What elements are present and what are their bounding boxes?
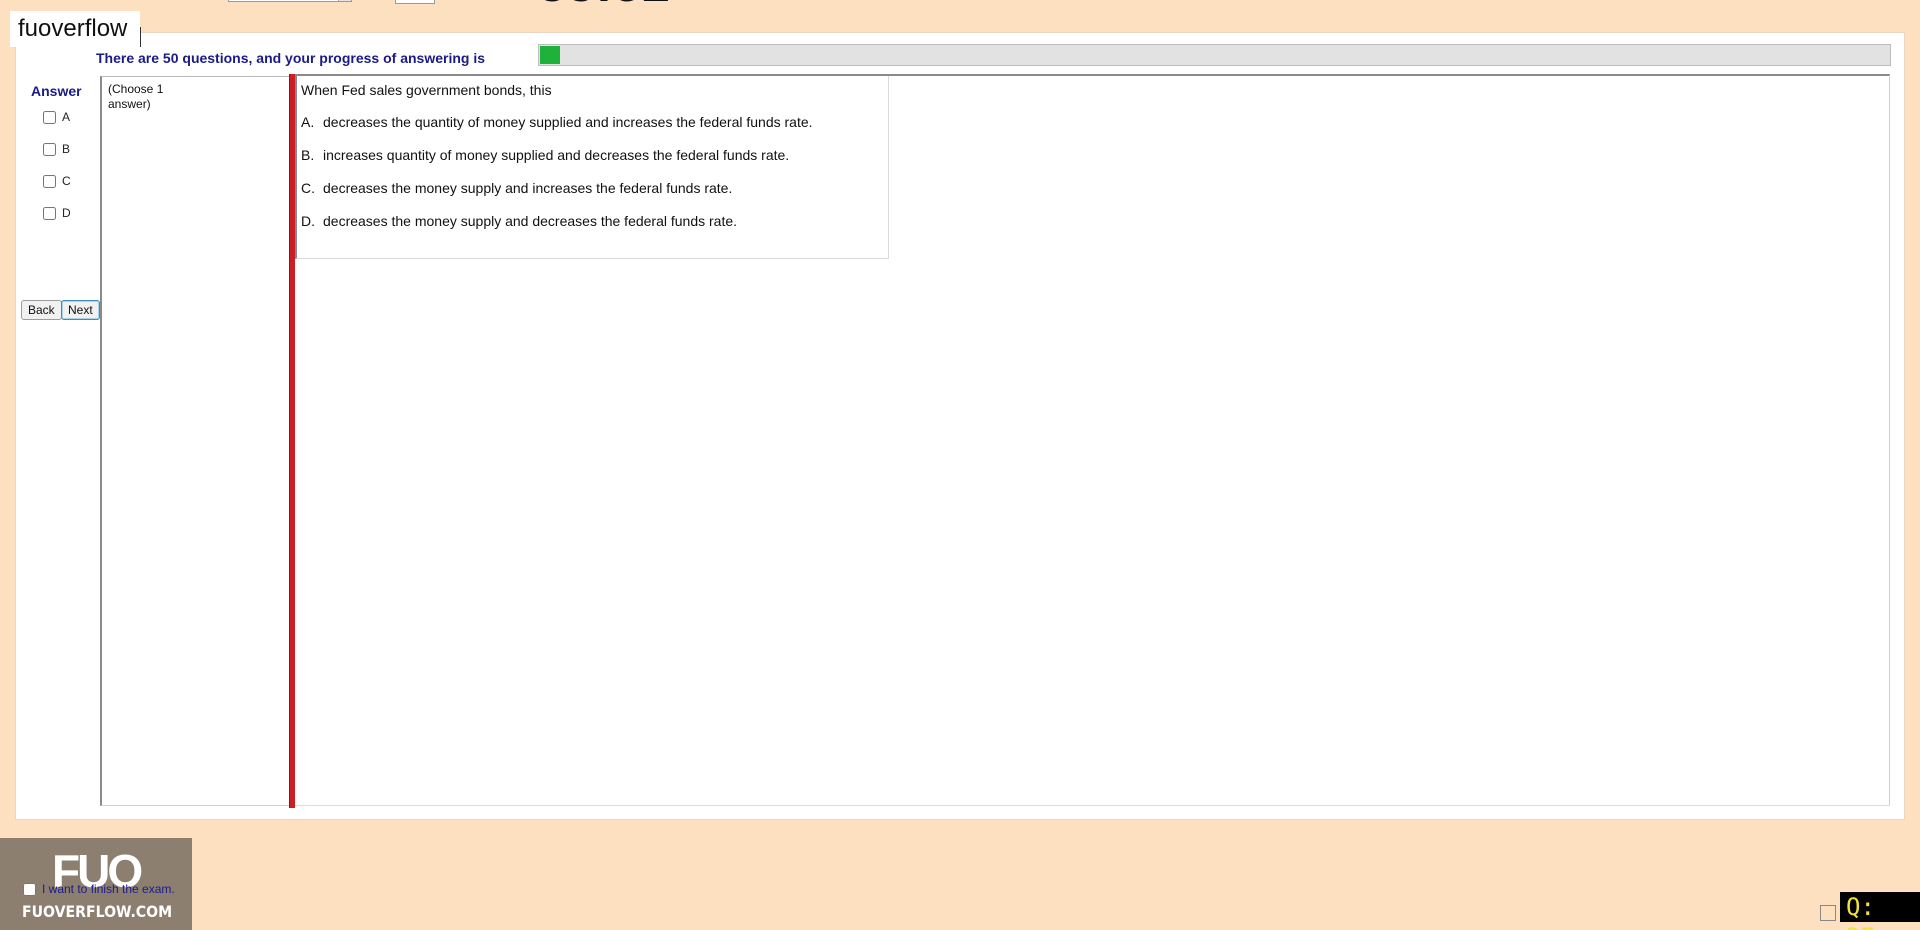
question-area: When Fed sales government bonds, this A.… [295,74,1890,806]
answer-option-label: C [62,174,71,188]
progress-bar [538,44,1891,66]
question-option-a: A. decreases the quantity of money suppli… [301,114,813,130]
exam-window: 33:52 fuoverflow There are 50 questions,… [0,0,1920,930]
option-letter: D. [301,213,315,229]
answer-option-d[interactable]: D [43,205,71,221]
option-text: increases quantity of money supplied and… [323,147,790,163]
choose-instruction: (Choose 1 answer) [108,82,164,111]
answer-title: Answer [31,83,82,99]
question-option-b: B. increases quantity of money supplied a… [301,147,789,163]
corner-checkbox[interactable] [1820,905,1836,921]
question-stem: When Fed sales government bonds, this [301,82,552,98]
text-cursor [140,27,141,47]
chevron-down-icon[interactable] [338,0,351,1]
answer-checkbox-b[interactable] [43,142,56,156]
answer-option-label: D [62,206,71,220]
answer-option-c[interactable]: C [43,173,71,189]
instruction-panel: (Choose 1 answer) [100,76,290,806]
answer-option-a[interactable]: A [43,109,70,125]
finish-exam-label: I want to finish the exam. [42,882,175,896]
question-option-c: C. decreases the money supply and increas… [301,180,732,196]
top-dropdown[interactable] [228,0,352,2]
answer-option-label: A [62,110,71,124]
question-box: When Fed sales government bonds, this A.… [295,76,889,259]
option-text: decreases the money supply and increases… [323,180,733,196]
question-counter: Q: 27 [1840,892,1920,930]
logo-text: FUOVERFLOW.COM [22,902,173,921]
exam-timer: 33:52 [538,0,671,9]
next-button[interactable]: Next [61,300,100,320]
top-spin-box[interactable] [395,0,435,4]
progress-text: There are 50 questions, and your progres… [96,50,485,66]
option-text: decreases the money supply and decreases… [323,213,738,229]
option-letter: C. [301,180,315,196]
answer-checkbox-c[interactable] [43,174,56,188]
answer-option-label: B [62,142,71,156]
answer-checkbox-a[interactable] [43,110,56,124]
finish-exam-checkbox[interactable] [23,882,36,896]
question-option-d: D. decreases the money supply and decreas… [301,213,737,229]
answer-option-b[interactable]: B [43,141,70,157]
finish-exam-option[interactable]: I want to finish the exam. [23,882,175,896]
option-letter: B. [301,147,315,163]
brand-tag: fuoverflow [10,11,140,47]
back-button[interactable]: Back [21,300,62,320]
option-text: decreases the quantity of money supplied… [323,114,813,130]
option-letter: A. [301,114,315,130]
progress-fill [540,46,560,64]
answer-checkbox-d[interactable] [43,206,56,220]
